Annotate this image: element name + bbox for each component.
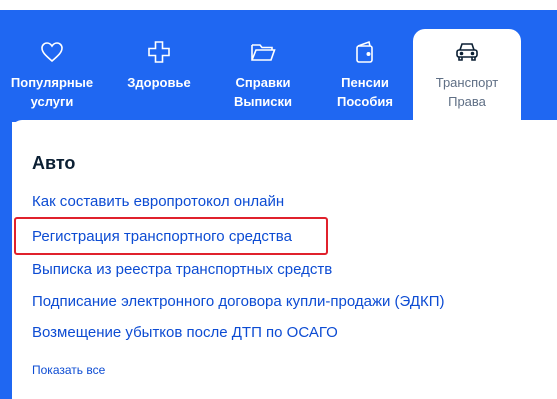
wallet-icon [352, 39, 378, 65]
tab-health[interactable]: Здоровье [114, 29, 204, 122]
tab-popular-services[interactable]: Популярные услуги [0, 29, 104, 122]
tab-certificates[interactable]: Справки Выписки [213, 29, 313, 122]
link-vehicle-registration[interactable]: Регистрация транспортного средства [32, 228, 292, 245]
tab-label: Пенсии Пособия [337, 75, 393, 109]
link-vehicle-registry-extract[interactable]: Выписка из реестра транспортных средств [32, 261, 332, 278]
category-tabs: Популярные услуги Здоровье Справки Выписки [0, 29, 557, 122]
car-icon [454, 39, 480, 65]
tab-label: Справки Выписки [233, 75, 293, 109]
link-edkp-contract[interactable]: Подписание электронного договора купли-п… [32, 293, 445, 310]
health-cross-icon [146, 39, 172, 65]
tab-label: Популярные услуги [10, 75, 94, 109]
show-all-link[interactable]: Показать все [32, 363, 105, 377]
tab-pensions[interactable]: Пенсии Пособия [315, 29, 415, 122]
link-europrotocol[interactable]: Как составить европротокол онлайн [32, 193, 284, 210]
tab-label: Здоровье [127, 75, 191, 90]
folder-icon [250, 39, 276, 65]
heart-icon [39, 39, 65, 65]
tab-label: Транспорт Права [435, 75, 499, 109]
content-panel [12, 120, 557, 399]
link-osago-compensation[interactable]: Возмещение убытков после ДТП по ОСАГО [32, 324, 338, 341]
tab-transport[interactable]: Транспорт Права [413, 29, 521, 122]
section-title: Авто [32, 153, 76, 173]
nav-bar-edge [0, 120, 12, 399]
